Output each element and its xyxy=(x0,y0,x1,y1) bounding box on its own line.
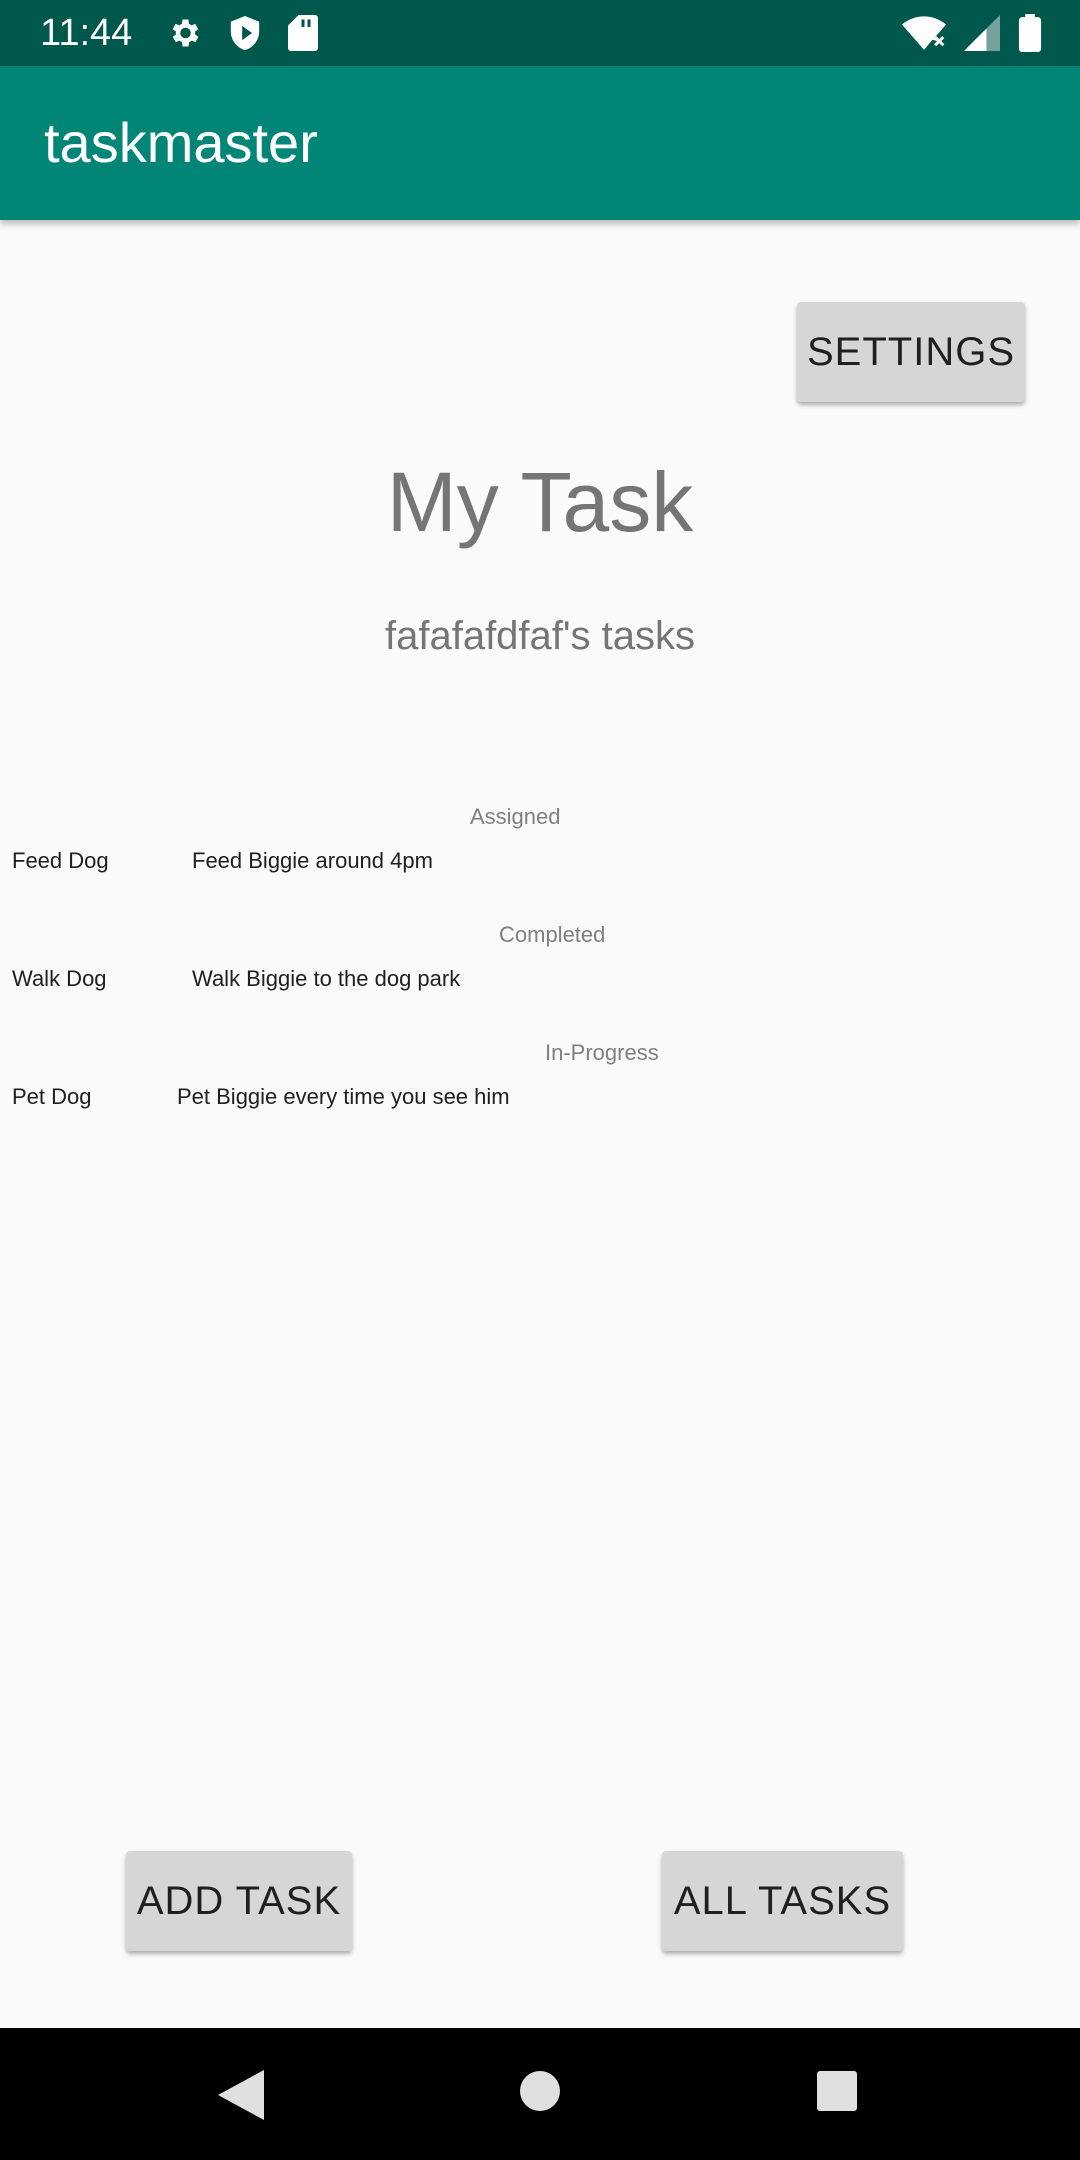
app-title: taskmaster xyxy=(44,111,318,174)
signal-icon xyxy=(964,15,1000,51)
status-bar: 11:44 xyxy=(0,0,1080,66)
settings-button[interactable]: SETTINGS xyxy=(797,302,1025,402)
task-description: Pet Biggie every time you see him xyxy=(177,1084,510,1109)
recents-icon[interactable] xyxy=(816,2070,858,2112)
page-subtitle: fafafafdfaf's tasks xyxy=(384,614,696,658)
sd-card-icon xyxy=(288,15,318,51)
all-tasks-button[interactable]: ALL TASKS xyxy=(662,1851,903,1951)
page-title: My Task xyxy=(386,455,694,549)
task-status-label: Assigned xyxy=(470,804,561,829)
task-status-label: Completed xyxy=(499,922,606,947)
back-icon[interactable] xyxy=(218,2070,264,2120)
task-name: Pet Dog xyxy=(12,1084,92,1109)
task-name: Walk Dog xyxy=(12,966,107,991)
status-icons-left xyxy=(166,14,318,52)
wifi-icon xyxy=(902,16,946,50)
task-name: Feed Dog xyxy=(12,848,109,873)
navigation-bar xyxy=(0,2028,1080,2160)
shield-icon xyxy=(230,16,260,50)
gear-icon xyxy=(172,19,199,47)
home-icon[interactable] xyxy=(519,2070,561,2112)
battery-icon xyxy=(1018,14,1042,52)
task-description: Walk Biggie to the dog park xyxy=(192,966,461,991)
add-task-button[interactable]: ADD TASK xyxy=(126,1851,352,1951)
app-bar: taskmaster xyxy=(0,66,1080,220)
task-description: Feed Biggie around 4pm xyxy=(192,848,433,873)
status-icons-right xyxy=(902,14,1042,52)
status-time: 11:44 xyxy=(40,12,133,54)
task-status-label: In-Progress xyxy=(545,1040,659,1065)
